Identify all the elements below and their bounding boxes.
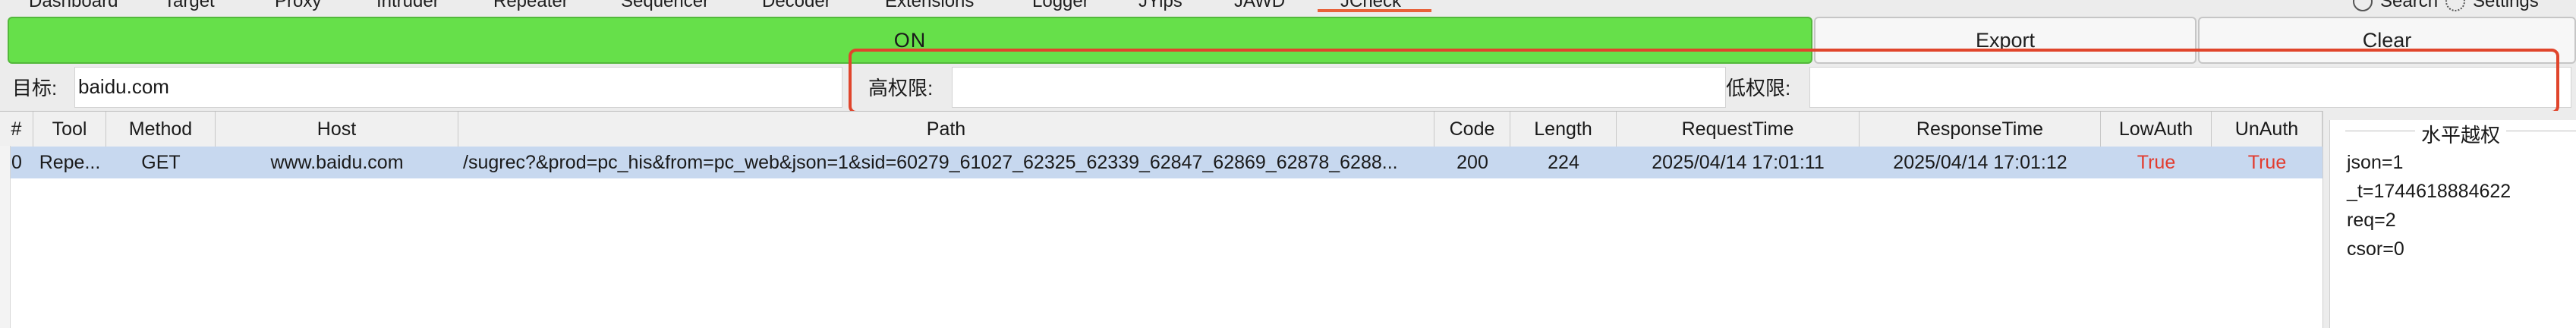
gear-icon[interactable] <box>2445 0 2466 11</box>
top-tab-strip: Dashboard Target Proxy Intruder Repeater… <box>0 0 2576 14</box>
param-line: _t=1744618884622 <box>2347 181 2511 202</box>
col-header-un-auth[interactable]: UnAuth <box>2212 112 2322 147</box>
tab-intruder[interactable]: Intruder <box>376 0 439 12</box>
search-icon[interactable] <box>2353 0 2373 11</box>
cell-low-auth: True <box>2137 152 2176 173</box>
col-header-low-auth[interactable]: LowAuth <box>2101 112 2212 147</box>
col-header-method[interactable]: Method <box>106 112 216 147</box>
settings-label[interactable]: Settings <box>2473 0 2539 12</box>
cell-request-time: 2025/04/14 17:01:11 <box>1652 152 1825 173</box>
cell-method: GET <box>141 152 181 173</box>
col-header-host[interactable]: Host <box>216 112 458 147</box>
col-header-tool[interactable]: Tool <box>33 112 106 147</box>
col-header-length[interactable]: Length <box>1510 112 1617 147</box>
detail-panel: 水平越权 json=1 _t=1744618884622 req=2 csor=… <box>2322 111 2576 328</box>
cell-tool: Repe... <box>39 152 101 173</box>
tab-jyips[interactable]: JYips <box>1138 0 1183 12</box>
tab-jawd[interactable]: JAWD <box>1234 0 1285 12</box>
highlight-box <box>849 49 2559 114</box>
tab-repeater[interactable]: Repeater <box>493 0 568 12</box>
top-right-tools: Search Settings <box>2353 0 2539 12</box>
tab-decoder[interactable]: Decoder <box>762 0 831 12</box>
col-header-num[interactable]: # <box>0 112 33 147</box>
cell-host: www.baidu.com <box>270 152 404 173</box>
col-header-path[interactable]: Path <box>458 112 1434 147</box>
tab-sequencer[interactable]: Sequencer <box>621 0 709 12</box>
col-header-request-time[interactable]: RequestTime <box>1617 112 1860 147</box>
table-header: # Tool Method Host Path Code Length Requ… <box>0 112 2322 147</box>
left-gutter <box>0 146 11 328</box>
target-label: 目标: <box>12 77 58 99</box>
cell-response-time: 2025/04/14 17:01:12 <box>1893 152 2067 173</box>
param-line: csor=0 <box>2347 238 2404 260</box>
cell-path: /sugrec?&prod=pc_his&from=pc_web&json=1&… <box>463 152 1398 173</box>
param-line: req=2 <box>2347 210 2396 231</box>
table-row[interactable]: 0 Repe... GET www.baidu.com /sugrec?&pro… <box>0 147 2322 178</box>
cell-code: 200 <box>1456 152 1488 173</box>
active-tab-indicator <box>1318 9 1431 12</box>
col-header-code[interactable]: Code <box>1434 112 1510 147</box>
tab-logger[interactable]: Logger <box>1032 0 1089 12</box>
search-label[interactable]: Search <box>2380 0 2438 12</box>
param-line: json=1 <box>2347 152 2404 173</box>
tab-extensions[interactable]: Extensions <box>885 0 974 12</box>
tab-dashboard[interactable]: Dashboard <box>29 0 118 12</box>
target-input[interactable]: baidu.com <box>74 67 842 108</box>
panel-title: 水平越权 <box>2415 120 2507 148</box>
tab-target[interactable]: Target <box>164 0 215 12</box>
results-table: # Tool Method Host Path Code Length Requ… <box>0 111 2322 328</box>
col-header-response-time[interactable]: ResponseTime <box>1860 112 2101 147</box>
cell-length: 224 <box>1548 152 1579 173</box>
cell-un-auth: True <box>2247 152 2287 173</box>
detail-panel-body: 水平越权 json=1 _t=1744618884622 req=2 csor=… <box>2329 120 2576 328</box>
tab-proxy[interactable]: Proxy <box>275 0 321 12</box>
